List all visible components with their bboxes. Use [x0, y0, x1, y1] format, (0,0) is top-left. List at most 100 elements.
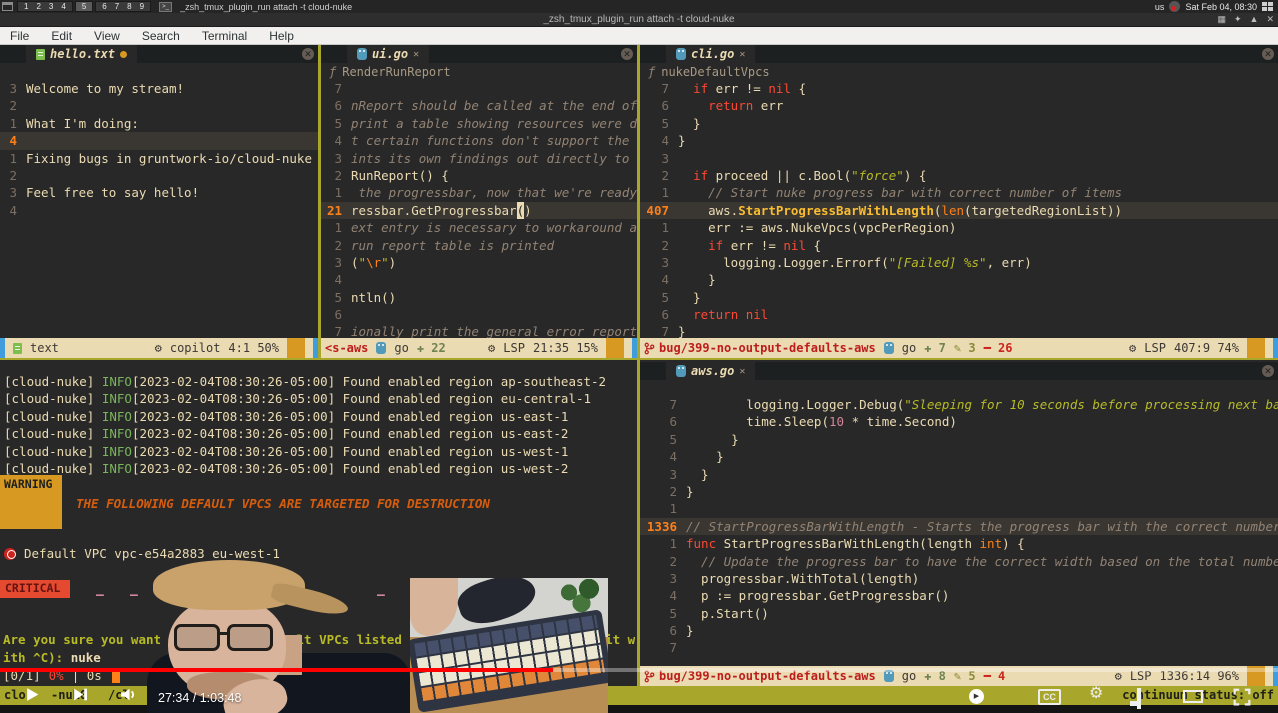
copilot-gear-icon: ⚙: [155, 341, 162, 355]
hello-editor[interactable]: 3Welcome to my stream!21What I'm doing:4…: [0, 63, 318, 338]
workspace-3[interactable]: 3: [45, 2, 57, 11]
cli-editor[interactable]: 7 if err != nil {6 return err5 }4}32 if …: [640, 80, 1278, 338]
git-branch: bug/399-no-output-defaults-aws: [644, 341, 876, 355]
target-icon: [4, 548, 16, 560]
tab-close-icon[interactable]: ✕: [739, 49, 745, 60]
cli-cursor-position: 407:9 74%: [1174, 341, 1239, 355]
streamer-cap-brim: [270, 581, 351, 619]
statusline-accent-block: [1247, 338, 1265, 358]
workspace-4[interactable]: 4: [57, 2, 69, 11]
window-menu-icon[interactable]: ▦: [1217, 14, 1226, 25]
window-close-icon[interactable]: ✕: [1266, 14, 1274, 25]
captions-button[interactable]: CC: [1038, 689, 1061, 705]
warning-badge: WARNING: [0, 475, 62, 529]
tab-hello-label: hello.txt: [50, 47, 115, 61]
tabline-close-icon[interactable]: ✕: [1262, 48, 1274, 60]
hello-tabline: hello.txt ✕: [0, 45, 318, 63]
show-desktop-icon[interactable]: [1262, 2, 1274, 12]
workspace-6[interactable]: 6: [98, 2, 110, 11]
git-added-count: ✚ 7: [924, 341, 946, 355]
hand-in-frame: [410, 578, 458, 636]
workspace-group-2[interactable]: 6 7 8 9: [95, 1, 151, 12]
tabline-close-icon[interactable]: ✕: [302, 48, 314, 60]
terminal-menubar: File Edit View Search Terminal Help: [0, 27, 1278, 45]
menu-help[interactable]: Help: [269, 29, 294, 43]
pane-hello-txt: hello.txt ✕ 3Welcome to my stream!21What…: [0, 45, 318, 358]
tabline-close-icon[interactable]: ✕: [621, 48, 633, 60]
tab-hello-txt[interactable]: hello.txt: [26, 45, 137, 63]
workspace-1[interactable]: 1: [20, 2, 32, 11]
cli-tabline: cli.go ✕ ✕: [640, 45, 1278, 63]
fullscreen-button[interactable]: [1233, 688, 1251, 706]
window-minimize-icon[interactable]: ✦: [1234, 14, 1242, 25]
tab-ui-label: ui.go: [372, 47, 408, 61]
pane-ui-go: ui.go ✕ ✕ ƒ RenderRunReport 76nReport sh…: [321, 45, 637, 358]
branch-name: bug/399-no-output-defaults-aws: [659, 341, 876, 355]
lsp-gear-icon: ⚙: [1129, 341, 1136, 355]
workspace-2[interactable]: 2: [32, 2, 44, 11]
tab-cli-go[interactable]: cli.go ✕: [666, 45, 755, 63]
lsp-label: LSP: [1144, 341, 1166, 355]
workspace-5[interactable]: 5: [78, 2, 90, 11]
tab-close-icon[interactable]: ✕: [739, 366, 745, 377]
ui-editor[interactable]: 76nReport should be called at the end of…: [321, 80, 637, 338]
window-list-icon[interactable]: [2, 2, 13, 11]
panel-clock[interactable]: Sat Feb 04, 08:30: [1185, 2, 1257, 12]
workspace-7[interactable]: 7: [111, 2, 123, 11]
menu-search[interactable]: Search: [142, 29, 180, 43]
lang-label: go: [394, 341, 408, 355]
keyboard-layout-indicator[interactable]: us: [1155, 2, 1165, 12]
theater-mode-button[interactable]: [1183, 690, 1203, 703]
video-progress-played: [0, 668, 553, 672]
recording-indicator-icon[interactable]: [1169, 1, 1180, 12]
hello-statusline: text ⚙ copilot 4:1 50%: [0, 338, 318, 358]
cli-statusline: bug/399-no-output-defaults-aws go ✚ 7 ✎ …: [640, 338, 1278, 358]
tab-ui-go[interactable]: ui.go ✕: [347, 45, 429, 63]
aws-editor[interactable]: 7 logging.Logger.Debug("Sleeping for 10 …: [640, 380, 1278, 664]
filetype-icon: [13, 343, 22, 354]
menu-view[interactable]: View: [94, 29, 120, 43]
window-maximize-icon[interactable]: ▲: [1250, 14, 1259, 25]
go-file-icon: [357, 48, 367, 60]
tab-aws-label: aws.go: [691, 364, 734, 378]
go-lang-icon: [884, 342, 894, 354]
glasses-right-lens: [227, 624, 273, 651]
copilot-label: copilot: [170, 341, 221, 355]
function-symbol-icon: ƒ: [648, 65, 655, 79]
play-button[interactable]: [24, 686, 41, 703]
glasses-left-lens: [174, 624, 220, 651]
git-branch-icon: [644, 342, 655, 355]
menu-terminal[interactable]: Terminal: [202, 29, 247, 43]
go-file-icon: [676, 365, 686, 377]
tab-aws-go[interactable]: aws.go ✕: [666, 362, 755, 380]
workspace-group-1[interactable]: 1 2 3 4: [17, 1, 73, 12]
go-lang-icon: [376, 342, 386, 354]
video-progress-bar[interactable]: [0, 668, 1278, 672]
taskbar-window-title[interactable]: _zsh_tmux_plugin_run attach -t cloud-nuk…: [180, 2, 352, 12]
workspace-9[interactable]: 9: [136, 2, 148, 11]
critical-badge: CRITICAL: [0, 580, 70, 598]
ui-breadcrumb: ƒ RenderRunReport: [321, 63, 637, 80]
confirm-prompt-line2: ith ^C): nuke: [3, 650, 101, 665]
miniplayer-button[interactable]: [1137, 688, 1141, 709]
tab-close-icon[interactable]: ✕: [413, 49, 419, 60]
player-controls: 27:34 / 1:03:48 CC ⚙: [0, 682, 1278, 713]
vpc-target-label: Default VPC vpc-e54a2883 eu-west-1: [24, 546, 280, 561]
terminal-task-icon[interactable]: >_: [159, 2, 172, 12]
volume-icon[interactable]: [119, 686, 138, 703]
window-titlebar[interactable]: _zsh_tmux_plugin_run attach -t cloud-nuk…: [0, 13, 1278, 27]
workspace-current[interactable]: 5: [75, 1, 93, 12]
statusline-accent-block: [287, 338, 305, 358]
statusline-edge: [0, 338, 5, 358]
aws-tabline: aws.go ✕ ✕: [640, 362, 1278, 380]
git-changed-count: ✎ 3: [954, 341, 976, 355]
player-settings-gear-icon[interactable]: ⚙: [1089, 683, 1103, 703]
filetype-label: text: [30, 341, 59, 355]
next-button[interactable]: [72, 686, 89, 703]
tabline-close-icon[interactable]: ✕: [1262, 365, 1274, 377]
workspace-8[interactable]: 8: [123, 2, 135, 11]
text-file-icon: [36, 49, 45, 60]
menu-edit[interactable]: Edit: [51, 29, 72, 43]
ui-breadcrumb-label: RenderRunReport: [342, 65, 450, 79]
menu-file[interactable]: File: [10, 29, 29, 43]
